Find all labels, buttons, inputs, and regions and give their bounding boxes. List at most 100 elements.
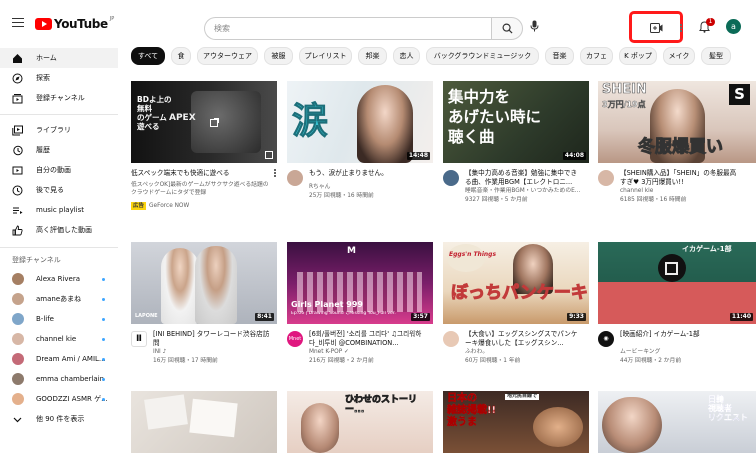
- sidebar-item-label: music playlist: [36, 206, 85, 214]
- channel-avatar[interactable]: [443, 170, 459, 186]
- video-thumbnail[interactable]: SHEIN 3万円/19点 S 冬服爆買い: [598, 81, 756, 163]
- chip[interactable]: 音楽: [545, 47, 574, 65]
- sidebar-item-subscriptions[interactable]: 登録チャンネル: [0, 88, 118, 108]
- subscription-item[interactable]: channel kie: [0, 329, 118, 349]
- fullscreen-icon: [265, 151, 273, 159]
- subscription-item[interactable]: Alexa Rivera: [0, 269, 118, 289]
- channel-name[interactable]: ムービーキング: [620, 348, 742, 356]
- channel-name[interactable]: INI ♪: [153, 348, 275, 356]
- subscription-item[interactable]: GOODZZI ASMR ゲ...: [0, 389, 118, 409]
- new-content-dot: [102, 337, 105, 341]
- sidebar: ホーム 探索 登録チャンネル ライブラリ 履歴 自分の動画 後で見る music…: [0, 44, 118, 453]
- channel-avatar[interactable]: [287, 170, 303, 186]
- subscription-item[interactable]: Dream Ami / AMIL...: [0, 349, 118, 369]
- video-thumbnail[interactable]: [131, 391, 277, 453]
- create-video-icon[interactable]: [650, 23, 663, 33]
- video-title[interactable]: 【集中力高める音楽】勉強に集中できる曲、作業用BGM【エレクトロニ...: [465, 169, 583, 187]
- show-more-button[interactable]: 他 90 件を表示: [0, 409, 118, 429]
- subscription-name: B-life: [36, 315, 54, 323]
- video-thumbnail[interactable]: 日本の 雑誌掲載!! 激うま 地元民目線で: [443, 391, 589, 453]
- sidebar-item-home[interactable]: ホーム: [0, 48, 118, 68]
- home-icon: [13, 53, 22, 63]
- channel-name[interactable]: Mnet K-POP ✓: [309, 348, 431, 356]
- apps-icon[interactable]: [680, 24, 683, 33]
- chip[interactable]: K ポップ: [619, 47, 657, 65]
- channel-name[interactable]: ふわわ。: [465, 348, 587, 356]
- channel-name[interactable]: Rちゃん: [309, 183, 431, 191]
- subscription-item[interactable]: amaneあまね: [0, 289, 118, 309]
- video-title[interactable]: [6회/풀버전] '소리를 그리다' ♫그리워하다_비투비 @COMBINATI…: [309, 330, 427, 348]
- video-thumbnail[interactable]: LAPONE 8:41: [131, 242, 277, 324]
- video-card[interactable]: イカゲーム-1部 11:40 ◉ [映画紹介] イカゲーム-1部 ムービーキング…: [598, 242, 756, 382]
- video-card[interactable]: 涙 14:48 もう、涙が止まりません。 Rちゃん 25万 回視聴・16 時間前: [287, 81, 433, 221]
- video-thumbnail[interactable]: イカゲーム-1部 11:40: [598, 242, 756, 324]
- chip[interactable]: メイク: [663, 47, 695, 65]
- chip[interactable]: プレイリスト: [299, 47, 352, 65]
- channel-avatar: [12, 373, 24, 385]
- video-thumbnail[interactable]: 涙 14:48: [287, 81, 433, 163]
- video-thumbnail[interactable]: BDよ上の 無料 のゲーム 遊べる APEX: [131, 81, 277, 163]
- chip[interactable]: 邦楽: [358, 47, 387, 65]
- video-thumbnail[interactable]: ひわせのストーリー...: [287, 391, 433, 453]
- video-card-ad[interactable]: BDよ上の 無料 のゲーム 遊べる APEX 低スペック端末でも快適に遊べる 低…: [131, 81, 277, 221]
- logo-region: JP: [109, 16, 115, 22]
- video-thumbnail[interactable]: Eggs'n Things ぼっちパンケーキ 9:33: [443, 242, 589, 324]
- chip[interactable]: アウターウェア: [197, 47, 258, 65]
- account-avatar[interactable]: a: [726, 19, 741, 34]
- chip[interactable]: 恋人: [393, 47, 420, 65]
- video-title[interactable]: [映画紹介] イカゲーム-1部: [620, 330, 738, 339]
- microphone-icon[interactable]: [530, 20, 539, 32]
- thumbnail-text: ひわせのストーリー...: [345, 395, 418, 416]
- channel-avatar[interactable]: [598, 170, 614, 186]
- sidebar-item-label: 高く評価した動画: [36, 226, 92, 234]
- chip-all[interactable]: すべて: [131, 47, 165, 65]
- video-duration: 14:48: [406, 152, 430, 160]
- video-title[interactable]: もう、涙が止まりません。: [309, 169, 427, 178]
- sidebar-item-music-playlist[interactable]: music playlist: [0, 200, 118, 220]
- channel-name[interactable]: GeForce NOW: [149, 203, 189, 209]
- notification-badge: 1: [706, 18, 715, 26]
- search-input[interactable]: 検索: [204, 17, 491, 40]
- sidebar-item-library[interactable]: ライブラリ: [0, 120, 118, 140]
- thumbnail-brand: SHEIN: [602, 82, 647, 97]
- video-thumbnail[interactable]: M Girls Planet 999 Ep.06 | Drawing Sound…: [287, 242, 433, 324]
- thumbnail-label: APEX: [169, 113, 196, 123]
- video-thumbnail[interactable]: 日韓 視聴者 リクエスト: [598, 391, 756, 453]
- channel-avatar[interactable]: [443, 331, 459, 347]
- search-button[interactable]: [491, 17, 523, 40]
- video-thumbnail[interactable]: 集中力を あげたい時に 聴く曲 44:08: [443, 81, 589, 163]
- subscription-item[interactable]: B-life: [0, 309, 118, 329]
- channel-name[interactable]: channel kie: [620, 187, 742, 195]
- sidebar-item-explore[interactable]: 探索: [0, 68, 118, 88]
- subscription-item[interactable]: emma chamberlain: [0, 369, 118, 389]
- sidebar-item-liked-videos[interactable]: 高く評価した動画: [0, 220, 118, 240]
- sidebar-item-label: 探索: [36, 74, 50, 82]
- video-title[interactable]: 【SHEIN購入品】「SHEIN」の冬服最高すぎ♥ 3万円爆買い!!: [620, 169, 738, 187]
- youtube-logo[interactable]: YouTube JP: [35, 16, 115, 31]
- sidebar-item-watch-later[interactable]: 後で見る: [0, 180, 118, 200]
- more-options-icon[interactable]: [274, 169, 277, 178]
- channel-name[interactable]: 睡眠音楽・作業用BGM・いつかみためのE...: [465, 187, 587, 195]
- video-card[interactable]: LAPONE 8:41 Ⅱ [INI BEHIND] タワーレコード渋谷店訪問 …: [131, 242, 277, 382]
- video-card[interactable]: Eggs'n Things ぼっちパンケーキ 9:33 【大食い】エッグスシング…: [443, 242, 589, 382]
- chip[interactable]: バックグラウンドミュージック: [426, 47, 539, 65]
- sidebar-item-history[interactable]: 履歴: [0, 140, 118, 160]
- menu-icon[interactable]: [12, 18, 24, 27]
- chip[interactable]: 被服: [264, 47, 293, 65]
- video-card[interactable]: M Girls Planet 999 Ep.06 | Drawing Sound…: [287, 242, 433, 382]
- channel-avatar[interactable]: Mnet: [287, 331, 303, 347]
- external-link-icon: [210, 118, 219, 127]
- sidebar-item-label: ライブラリ: [36, 126, 71, 134]
- video-title[interactable]: [INI BEHIND] タワーレコード渋谷店訪問: [153, 330, 271, 348]
- chip[interactable]: 髪型: [701, 47, 731, 65]
- chip[interactable]: 食: [171, 47, 191, 65]
- sidebar-item-my-videos[interactable]: 自分の動画: [0, 160, 118, 180]
- channel-avatar[interactable]: ◉: [598, 331, 614, 347]
- video-title[interactable]: 低スペック端末でも快適に遊べる: [131, 169, 267, 178]
- channel-avatar[interactable]: Ⅱ: [131, 331, 147, 347]
- video-title[interactable]: 【大食い】エッグスシングスでパンケーキ爆食いした【エッグスシン...: [465, 330, 583, 348]
- chip[interactable]: カフェ: [580, 47, 613, 65]
- my-videos-icon: [12, 166, 23, 174]
- video-card[interactable]: SHEIN 3万円/19点 S 冬服爆買い 【SHEIN購入品】「SHEIN」の…: [598, 81, 756, 221]
- video-card[interactable]: 集中力を あげたい時に 聴く曲 44:08 【集中力高める音楽】勉強に集中できる…: [443, 81, 589, 221]
